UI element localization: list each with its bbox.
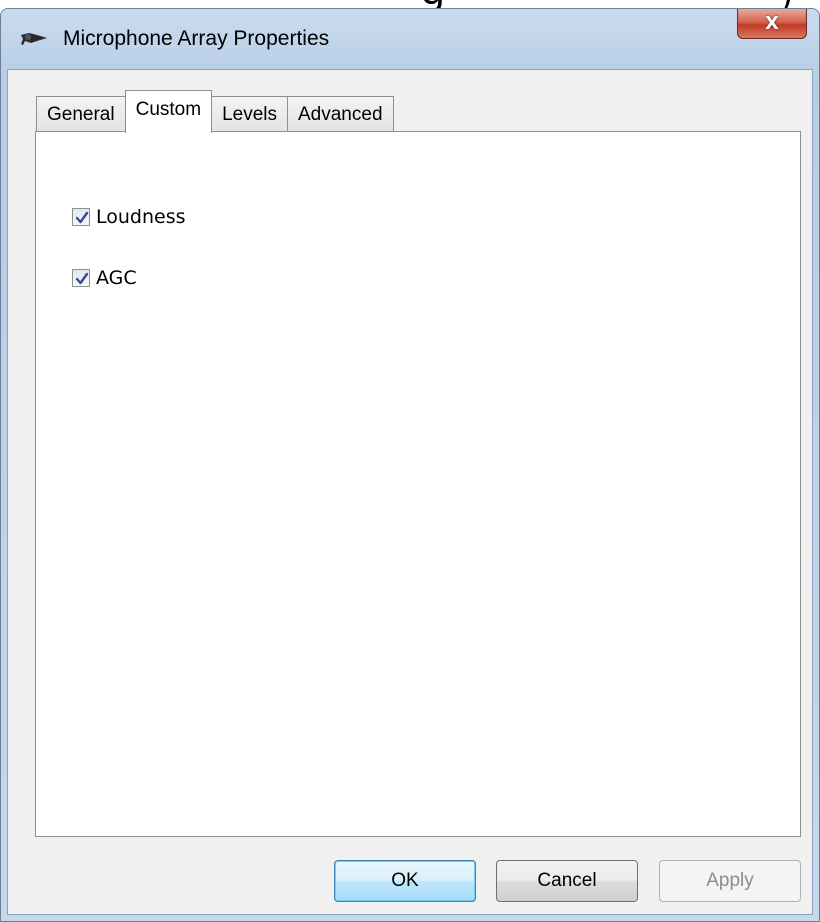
screen: g ) Microphone Array Properties X Genera… — [0, 0, 820, 922]
cancel-button[interactable]: Cancel — [496, 860, 638, 902]
window-title: Microphone Array Properties — [63, 27, 330, 50]
agc-label: AGC — [96, 267, 137, 289]
tab-strip: General Custom Levels Advanced — [36, 90, 394, 133]
apply-button[interactable]: Apply — [659, 860, 801, 902]
dialog-client-area: General Custom Levels Advanced Loudness — [7, 69, 813, 915]
tab-levels[interactable]: Levels — [211, 96, 288, 132]
agc-option[interactable]: AGC — [72, 267, 137, 289]
close-button[interactable]: X — [737, 9, 807, 39]
tab-general[interactable]: General — [36, 96, 126, 132]
checkmark-icon — [75, 211, 89, 224]
tab-advanced[interactable]: Advanced — [287, 96, 394, 132]
properties-dialog: Microphone Array Properties X General Cu… — [0, 8, 820, 922]
ok-button[interactable]: OK — [334, 860, 476, 902]
custom-tab-panel: Loudness AGC — [35, 131, 801, 837]
loudness-label: Loudness — [96, 206, 186, 228]
tab-custom[interactable]: Custom — [124, 90, 213, 133]
agc-checkbox[interactable] — [72, 269, 90, 287]
loudness-checkbox[interactable] — [72, 208, 90, 226]
checkmark-icon — [75, 272, 89, 285]
loudness-option[interactable]: Loudness — [72, 206, 186, 228]
microphone-icon — [19, 29, 49, 47]
